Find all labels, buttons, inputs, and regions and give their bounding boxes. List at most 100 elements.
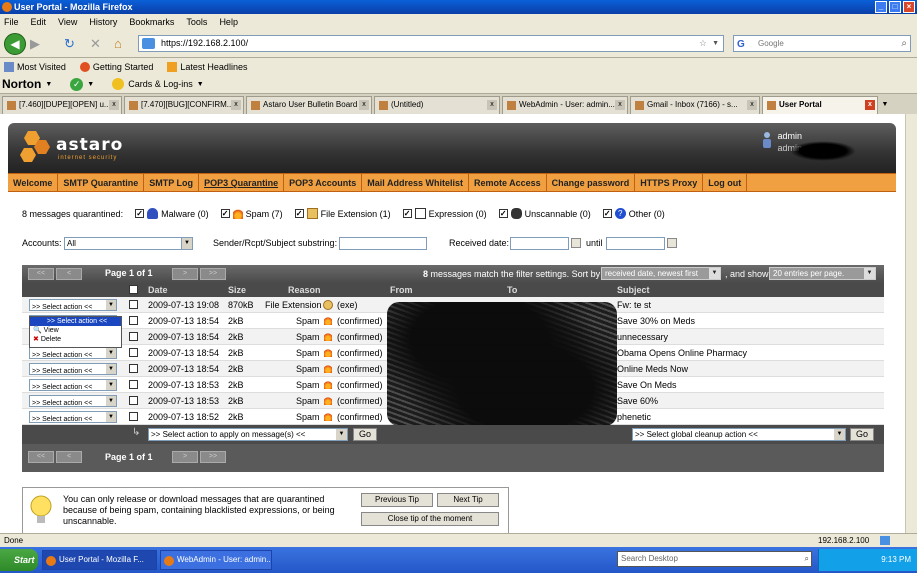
close-tab-icon[interactable]: x <box>231 100 241 110</box>
row-checkbox[interactable] <box>129 316 138 325</box>
norton-brand[interactable]: Norton <box>2 77 41 91</box>
cards-dropdown-icon[interactable]: ▼ <box>197 81 204 88</box>
global-go-button[interactable]: Go <box>850 428 874 441</box>
nav-mail-whitelist[interactable]: Mail Address Whitelist <box>362 174 469 191</box>
next-tip-button[interactable]: Next Tip <box>437 493 499 507</box>
nav-pop3-accounts[interactable]: POP3 Accounts <box>284 174 363 191</box>
close-window-button[interactable]: × <box>903 1 915 13</box>
reload-icon[interactable]: ↻ <box>64 36 75 52</box>
nav-welcome[interactable]: Welcome <box>8 174 59 191</box>
close-tab-icon[interactable]: x <box>747 100 757 110</box>
dropdown-option-select[interactable]: >> Select action << <box>30 317 121 326</box>
row-subject[interactable]: Obama Opens Online Pharmacy <box>617 348 747 358</box>
taskbar-item-firefox[interactable]: User Portal - Mozilla F... <box>42 550 157 570</box>
bookmark-star-icon[interactable]: ☆ <box>699 36 707 51</box>
select-all-checkbox[interactable] <box>129 285 138 294</box>
expression-checkbox[interactable]: ✓ <box>402 209 412 218</box>
menu-bookmarks[interactable]: Bookmarks <box>129 17 174 27</box>
nav-remote-access[interactable]: Remote Access <box>469 174 547 191</box>
maximize-button[interactable]: □ <box>889 1 901 13</box>
row-subject[interactable]: Online Meds Now <box>617 364 688 374</box>
row-checkbox[interactable] <box>129 364 138 373</box>
row-subject[interactable]: unnecessary <box>617 332 668 342</box>
tab-bug-confirm[interactable]: [7.470][BUG][CONFIRM... x <box>124 96 244 114</box>
first-page-button[interactable]: << <box>28 268 54 280</box>
norton-status-dropdown-icon[interactable]: ▼ <box>87 81 94 88</box>
spam-checkbox[interactable]: ✓ <box>220 209 230 218</box>
dropdown-option-delete[interactable]: Delete <box>30 335 121 344</box>
bulk-action-select[interactable]: >> Select action to apply on message(s) … <box>148 428 348 441</box>
substring-input[interactable] <box>339 237 427 250</box>
next-page-button[interactable]: > <box>172 451 198 463</box>
desktop-search-input[interactable]: Search Desktop ⌕ <box>617 551 812 567</box>
nav-change-password[interactable]: Change password <box>547 174 636 191</box>
row-checkbox[interactable] <box>129 300 138 309</box>
row-subject[interactable]: Save 30% on Meds <box>617 316 695 326</box>
menu-view[interactable]: View <box>58 17 77 27</box>
malware-checkbox[interactable]: ✓ <box>135 209 145 218</box>
col-subject[interactable]: Subject <box>617 285 650 295</box>
sort-select[interactable]: received date, newest first ▼ <box>601 267 721 280</box>
row-checkbox[interactable] <box>129 396 138 405</box>
close-tab-icon[interactable]: x <box>865 100 875 110</box>
dropdown-option-view[interactable]: 🔍 View <box>30 326 121 335</box>
forward-icon[interactable]: ▶ <box>30 36 40 52</box>
previous-tip-button[interactable]: Previous Tip <box>361 493 433 507</box>
prev-page-button[interactable]: < <box>56 451 82 463</box>
norton-dropdown-icon[interactable]: ▼ <box>45 81 52 88</box>
site-identity-icon[interactable] <box>142 38 155 49</box>
date-from-input[interactable] <box>510 237 569 250</box>
tab-dupe-open[interactable]: [7.460][DUPE][OPEN] u... x <box>2 96 122 114</box>
col-reason[interactable]: Reason <box>288 285 321 295</box>
tab-list-icon[interactable]: ▼ <box>880 96 890 114</box>
close-tab-icon[interactable]: x <box>109 100 119 110</box>
tab-user-portal[interactable]: User Portal x <box>762 96 878 114</box>
search-icon[interactable]: ⌕ <box>805 552 809 566</box>
nav-https-proxy[interactable]: HTTPS Proxy <box>635 174 704 191</box>
calendar-icon[interactable] <box>667 238 677 248</box>
last-page-button[interactable]: >> <box>200 268 226 280</box>
tab-webadmin[interactable]: WebAdmin - User: admin... x <box>502 96 628 114</box>
close-tip-button[interactable]: Close tip of the moment <box>361 512 499 526</box>
row-subject[interactable]: Save 60% <box>617 396 658 406</box>
nav-smtp-log[interactable]: SMTP Log <box>144 174 200 191</box>
row-checkbox[interactable] <box>129 412 138 421</box>
close-tab-icon[interactable]: x <box>487 100 497 110</box>
menu-edit[interactable]: Edit <box>31 17 47 27</box>
bookmark-latest-headlines[interactable]: Latest Headlines <box>167 61 247 72</box>
row-subject[interactable]: Fw: te st <box>617 300 651 310</box>
last-page-button[interactable]: >> <box>200 451 226 463</box>
row-action-select[interactable]: >> Select action <<▼ <box>29 363 117 375</box>
row-action-select[interactable]: >> Select action <<▼ <box>29 347 117 359</box>
other-checkbox[interactable]: ✓ <box>602 209 612 218</box>
nav-pop3-quarantine[interactable]: POP3 Quarantine <box>199 174 285 191</box>
nav-smtp-quarantine[interactable]: SMTP Quarantine <box>58 174 145 191</box>
tab-bulletin-board[interactable]: Astaro User Bulletin Board x <box>246 96 372 114</box>
row-action-select[interactable]: >> Select action <<▼ <box>29 299 117 311</box>
date-until-input[interactable] <box>606 237 665 250</box>
bookmark-getting-started[interactable]: Getting Started <box>79 61 153 72</box>
row-subject[interactable]: phenetic <box>617 412 651 422</box>
row-action-select[interactable]: >> Select action <<▼ <box>29 379 117 391</box>
next-page-button[interactable]: > <box>172 268 198 280</box>
row-checkbox[interactable] <box>129 348 138 357</box>
tab-untitled[interactable]: (Untitled) x <box>374 96 500 114</box>
menu-help[interactable]: Help <box>219 17 238 27</box>
menu-history[interactable]: History <box>89 17 117 27</box>
cards-logins-button[interactable]: Cards & Log-ins <box>128 79 193 89</box>
row-checkbox[interactable] <box>129 380 138 389</box>
menu-file[interactable]: File <box>4 17 19 27</box>
back-icon[interactable]: ◀ <box>4 33 26 55</box>
accounts-select[interactable]: All ▼ <box>64 237 193 250</box>
minimize-button[interactable]: _ <box>875 1 887 13</box>
per-page-select[interactable]: 20 entries per page. ▼ <box>769 267 876 280</box>
bulk-go-button[interactable]: Go <box>353 428 377 441</box>
norton-status-check-icon[interactable]: ✓ <box>70 77 84 91</box>
row-action-select[interactable]: >> Select action <<▼ <box>29 411 117 423</box>
prev-page-button[interactable]: < <box>56 268 82 280</box>
nav-log-out[interactable]: Log out <box>703 174 748 191</box>
close-tab-icon[interactable]: x <box>359 100 369 110</box>
menu-tools[interactable]: Tools <box>186 17 207 27</box>
home-icon[interactable]: ⌂ <box>114 36 122 51</box>
start-button[interactable]: Start <box>0 549 38 571</box>
